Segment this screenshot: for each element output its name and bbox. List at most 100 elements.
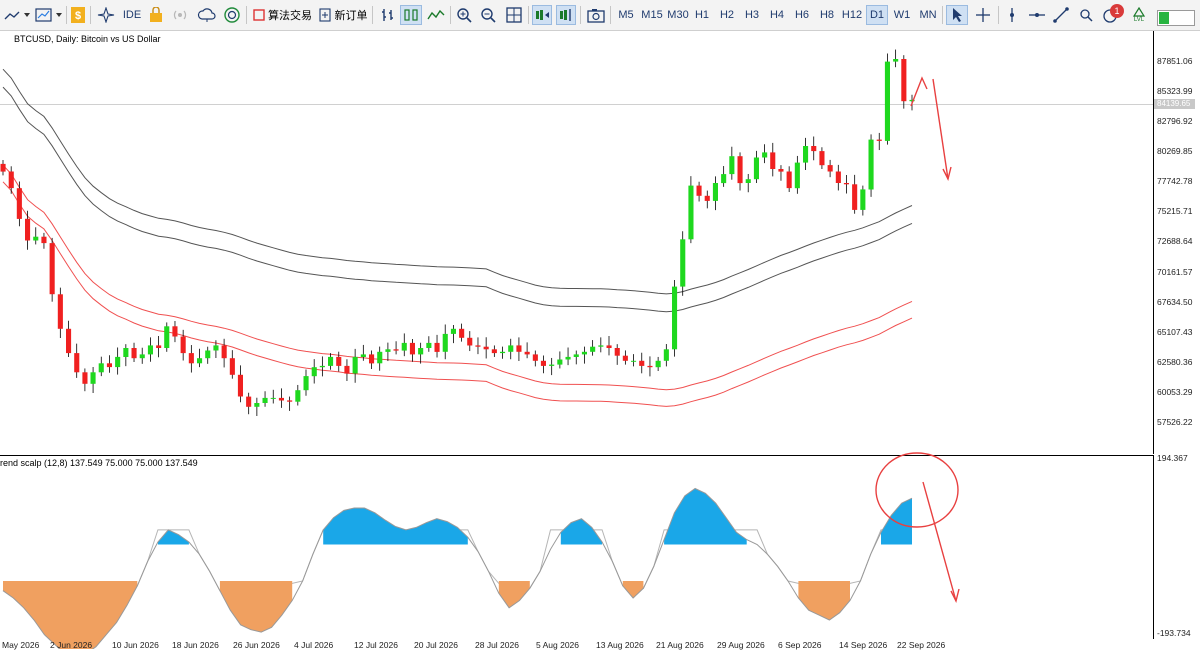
horizontal-line-icon[interactable] <box>1026 5 1048 25</box>
timeframe-m30[interactable]: M30 <box>665 5 691 25</box>
candle-body <box>123 348 129 357</box>
timeframe-h2[interactable]: H2 <box>716 5 738 25</box>
timeframe-mn[interactable]: MN <box>916 5 940 25</box>
candle-body <box>172 326 178 337</box>
candle-body <box>450 328 456 334</box>
candle-body <box>82 372 88 384</box>
timeframe-h3[interactable]: H3 <box>741 5 763 25</box>
search-icon[interactable] <box>1076 5 1096 25</box>
vps-icon[interactable] <box>222 5 242 25</box>
zoom-in-icon[interactable] <box>454 5 474 25</box>
timeframe-h6[interactable]: H6 <box>791 5 813 25</box>
auto-scroll-icon[interactable] <box>532 5 552 25</box>
candle-body <box>156 345 162 348</box>
cursor-icon[interactable] <box>946 5 968 25</box>
chart-area[interactable]: BTCUSD, Daily: Bitcoin vs US Dollar rend… <box>0 31 1200 650</box>
candle-body <box>229 358 235 375</box>
separator <box>450 6 451 24</box>
ide-button[interactable]: IDE <box>120 5 144 25</box>
screenshot-icon[interactable] <box>586 5 606 25</box>
lock-icon[interactable] <box>148 5 164 25</box>
line-chart-icon[interactable] <box>2 5 32 25</box>
signal-icon[interactable] <box>170 5 190 25</box>
indicator-up-area <box>881 498 912 545</box>
timeframe-h4[interactable]: H4 <box>766 5 788 25</box>
candle-body <box>262 397 268 403</box>
candle-body <box>835 171 841 183</box>
indicator-up-area <box>560 518 603 545</box>
timeframe-h8[interactable]: H8 <box>816 5 838 25</box>
separator <box>998 6 999 24</box>
timeframe-d1[interactable]: D1 <box>866 5 888 25</box>
algo-trading-icon[interactable] <box>252 5 266 25</box>
candle-body <box>246 396 252 407</box>
bars-icon[interactable] <box>378 5 398 25</box>
price-label: 72688.64 <box>1157 236 1193 246</box>
new-order-button[interactable]: 新订单 <box>334 5 368 25</box>
new-order-icon[interactable] <box>318 5 332 25</box>
candle-body <box>901 59 907 102</box>
candle-body <box>614 348 620 356</box>
price-label: 75215.71 <box>1157 206 1193 216</box>
algo-trading-button[interactable]: 算法交易 <box>268 5 312 25</box>
candle-body <box>516 345 522 352</box>
candle-body <box>434 342 440 352</box>
candle-body <box>762 152 768 158</box>
grid-icon[interactable] <box>504 5 524 25</box>
ma-red-lower <box>2 181 913 407</box>
candles-icon[interactable] <box>400 5 422 25</box>
separator <box>246 6 247 24</box>
price-label: 80269.85 <box>1157 146 1193 156</box>
candle-body <box>598 345 604 347</box>
vertical-line-icon[interactable] <box>1002 5 1022 25</box>
chart-title: BTCUSD, Daily: Bitcoin vs US Dollar <box>14 34 161 44</box>
dollar-icon[interactable]: $ <box>70 5 86 25</box>
candle-body <box>565 356 571 360</box>
candle-body <box>868 139 874 190</box>
timeframe-h12[interactable]: H12 <box>840 5 864 25</box>
current-price-label: 84139.65 <box>1154 99 1195 109</box>
separator <box>610 6 611 24</box>
crosshair-icon[interactable] <box>972 5 994 25</box>
candle-body <box>532 354 538 361</box>
candle-body <box>369 354 375 364</box>
candle-body <box>827 165 833 172</box>
candle-body <box>401 342 407 351</box>
ide-icon[interactable] <box>96 5 116 25</box>
annotation-up-arrow <box>910 76 928 107</box>
candle-body <box>352 356 358 374</box>
ma-red-upper <box>2 164 913 391</box>
candle-body <box>57 294 63 329</box>
timeframe-m5[interactable]: M5 <box>615 5 637 25</box>
separator <box>528 6 529 24</box>
candle-body <box>336 356 342 366</box>
cloud-icon[interactable] <box>196 5 218 25</box>
trend-line-icon[interactable] <box>1050 5 1072 25</box>
candle-body <box>66 328 72 354</box>
one-click-trading-toggle[interactable] <box>1157 10 1195 26</box>
candle-body <box>311 367 317 377</box>
notification-badge: 1 <box>1110 4 1124 18</box>
area-chart-icon[interactable] <box>34 5 64 25</box>
candle-body <box>360 354 366 357</box>
candle-body <box>418 348 424 355</box>
candle-body <box>393 349 399 351</box>
timeframe-w1[interactable]: W1 <box>890 5 914 25</box>
candle-body <box>712 183 718 201</box>
candle-body <box>197 358 203 364</box>
price-label: 62580.36 <box>1157 357 1193 367</box>
candle-body <box>606 345 612 348</box>
candle-body <box>590 346 596 352</box>
candle-body <box>303 376 309 391</box>
svg-text:$: $ <box>75 10 81 22</box>
lines-icon[interactable] <box>426 5 446 25</box>
candle-body <box>426 342 432 348</box>
candle-body <box>631 360 637 362</box>
lvl-icon[interactable]: LVL <box>1128 5 1150 25</box>
chart-shift-icon[interactable] <box>556 5 576 25</box>
zoom-out-icon[interactable] <box>478 5 498 25</box>
candle-body <box>811 146 817 152</box>
candle-body <box>852 184 858 210</box>
timeframe-m15[interactable]: M15 <box>639 5 665 25</box>
timeframe-h1[interactable]: H1 <box>691 5 713 25</box>
